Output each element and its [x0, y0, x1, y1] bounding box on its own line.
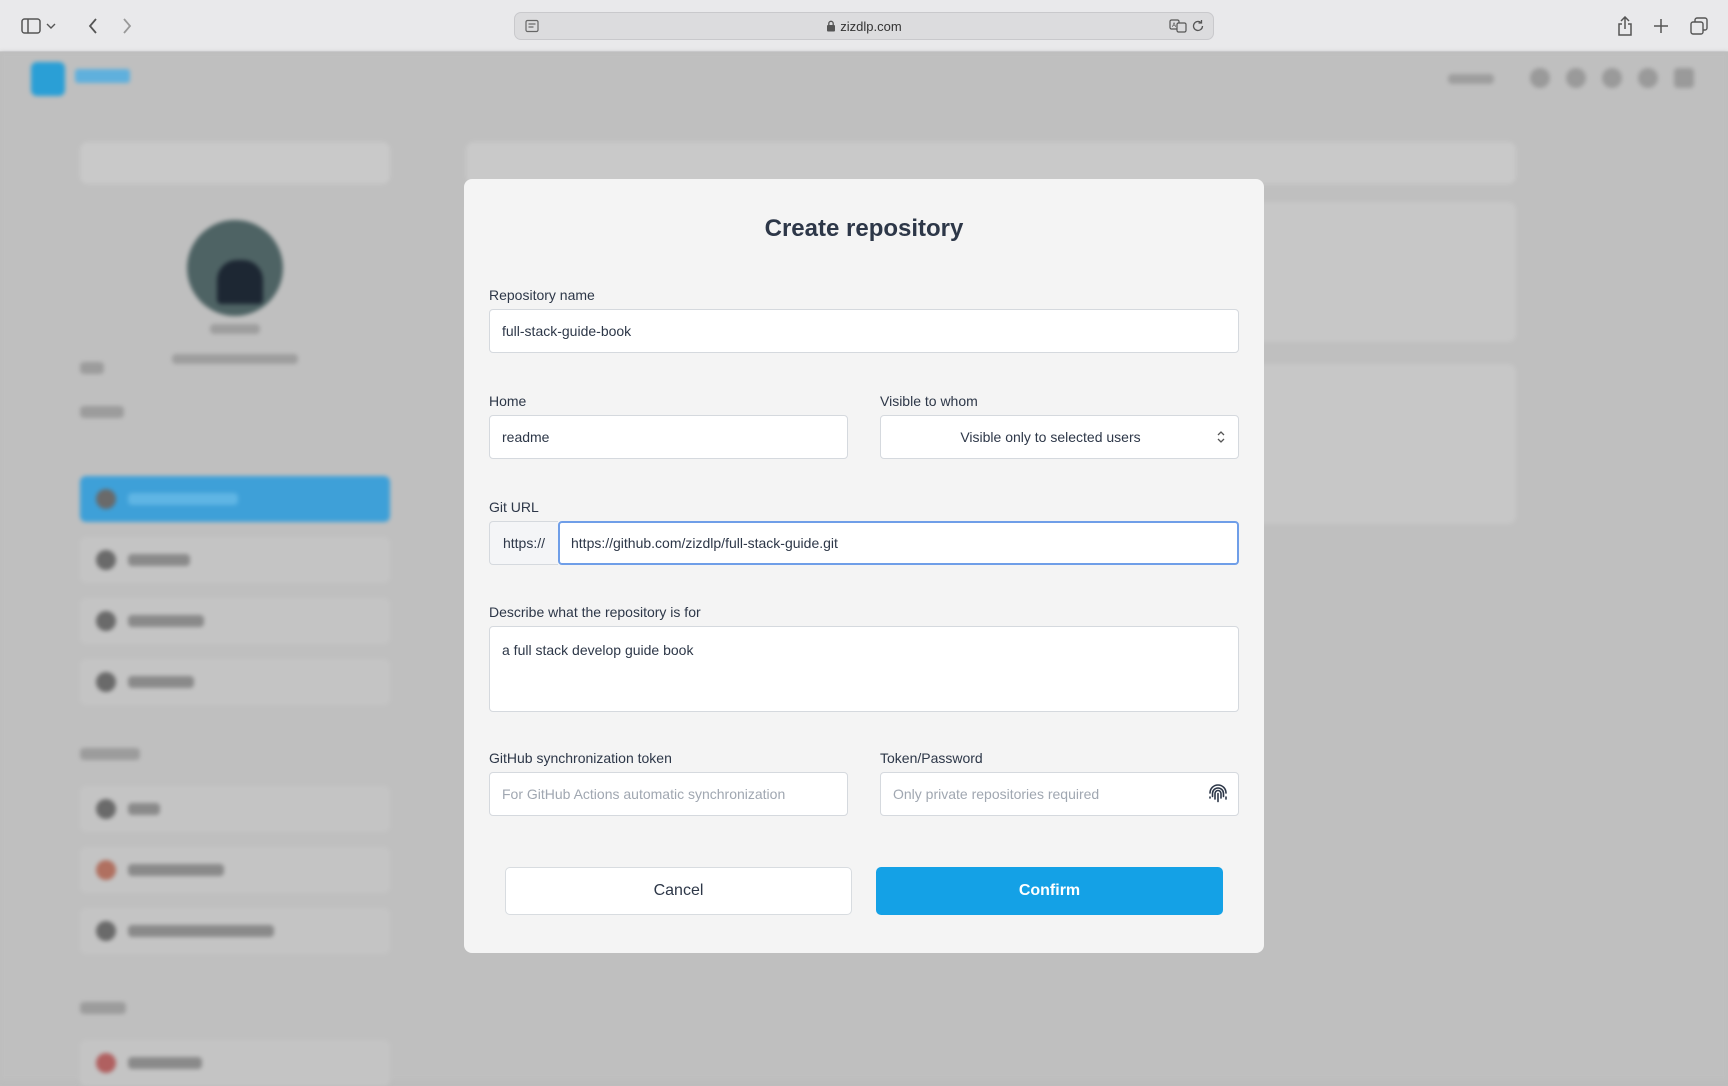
email-pill	[172, 354, 298, 364]
app-brand	[75, 69, 130, 83]
chevron-updown-icon	[1216, 429, 1226, 448]
sidebar-item	[80, 598, 390, 644]
chevron-down-icon[interactable]	[44, 13, 58, 39]
header-icon	[1674, 68, 1694, 88]
url-text: zizdlp.com	[840, 19, 902, 34]
tabs-overview-icon[interactable]	[1686, 13, 1712, 39]
address-bar[interactable]: zizdlp.com A	[514, 12, 1214, 40]
cancel-button[interactable]: Cancel	[505, 867, 852, 915]
home-input[interactable]: readme	[489, 415, 848, 459]
sidebar-item	[80, 1040, 390, 1086]
header-icon	[1530, 68, 1550, 88]
lock-icon	[826, 20, 836, 35]
home-label: Home	[489, 393, 527, 409]
header-icon	[1638, 68, 1658, 88]
sidebar-heading	[80, 406, 124, 418]
git-url-prefix: https://	[489, 521, 558, 565]
username-pill	[210, 324, 260, 334]
git-url-input[interactable]: https://github.com/zizdlp/full-stack-gui…	[558, 521, 1239, 565]
translate-icon[interactable]: A	[1169, 19, 1187, 38]
description-label: Describe what the repository is for	[489, 604, 701, 620]
header-icon	[1566, 68, 1586, 88]
sidebar-icon[interactable]	[18, 13, 44, 39]
sidebar-heading	[80, 748, 140, 760]
sidebar-heading	[80, 362, 104, 374]
sidebar-item	[80, 659, 390, 705]
repo-name-label: Repository name	[489, 287, 595, 303]
main-search	[466, 142, 1516, 184]
visibility-label: Visible to whom	[880, 393, 978, 409]
visibility-select[interactable]: Visible only to selected users	[880, 415, 1239, 459]
sidebar-item	[80, 476, 390, 522]
dialog-title: Create repository	[764, 215, 964, 242]
share-icon[interactable]	[1612, 13, 1638, 39]
sidebar-item	[80, 908, 390, 954]
description-textarea[interactable]: a full stack develop guide book	[489, 626, 1239, 712]
svg-text:A: A	[1172, 22, 1177, 29]
header-icon	[1602, 68, 1622, 88]
app-logo	[31, 62, 65, 96]
header-pill	[1448, 74, 1494, 84]
avatar	[187, 220, 283, 316]
repo-name-input[interactable]: full-stack-guide-book	[489, 309, 1239, 353]
create-repository-dialog: Create repository Repository name full-s…	[464, 179, 1264, 953]
sidebar-item	[80, 537, 390, 583]
sidebar-item	[80, 847, 390, 893]
browser-toolbar: zizdlp.com A	[0, 0, 1728, 52]
token-password-input[interactable]: Only private repositories required	[880, 772, 1239, 816]
git-url-label: Git URL	[489, 499, 539, 515]
sidebar-heading	[80, 1002, 126, 1014]
new-tab-icon[interactable]	[1648, 13, 1674, 39]
token-password-label: Token/Password	[880, 750, 983, 766]
back-icon[interactable]	[80, 13, 106, 39]
reload-icon[interactable]	[1191, 19, 1205, 38]
sidebar-item	[80, 786, 390, 832]
fingerprint-icon[interactable]	[1206, 783, 1230, 810]
forward-icon[interactable]	[114, 13, 140, 39]
confirm-button[interactable]: Confirm	[876, 867, 1223, 915]
sync-token-input[interactable]: For GitHub Actions automatic synchroniza…	[489, 772, 848, 816]
sidebar-search	[80, 142, 390, 184]
sync-token-label: GitHub synchronization token	[489, 750, 672, 766]
